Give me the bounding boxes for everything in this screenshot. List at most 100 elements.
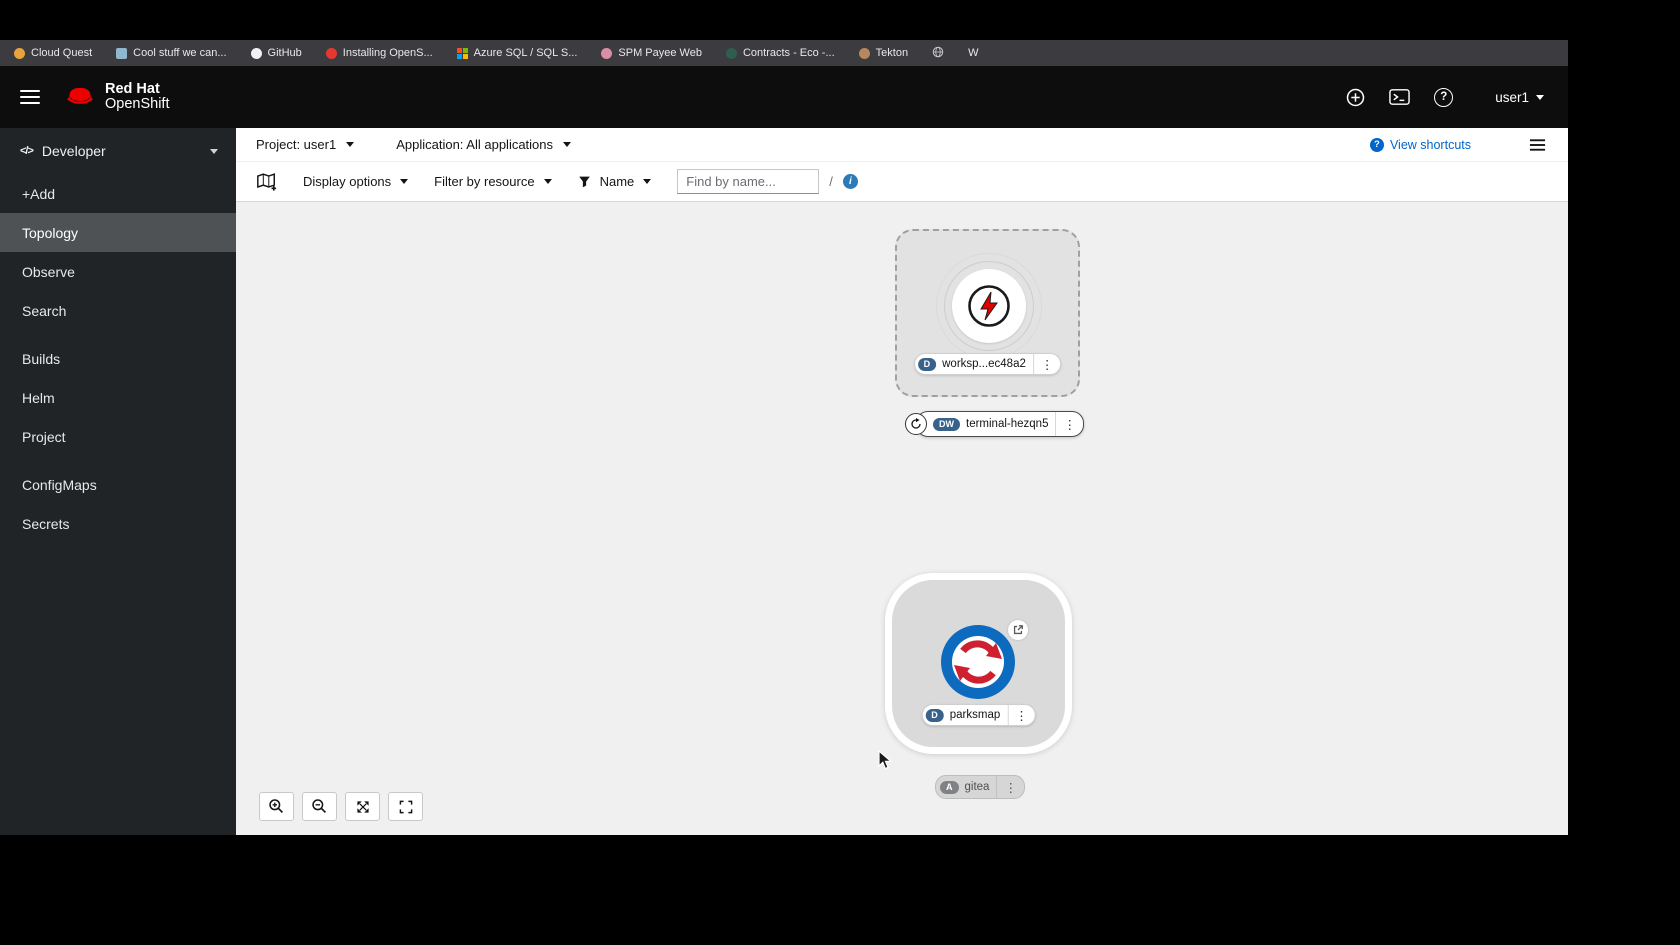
workspace-node-label[interactable]: D worksp...ec48a2 ⋮ xyxy=(913,353,1062,375)
sidebar-item-helm[interactable]: Helm xyxy=(0,378,236,417)
application-badge: A xyxy=(940,780,959,794)
external-link-icon xyxy=(1013,625,1023,635)
workload-name: terminal-hezqn5 xyxy=(966,418,1049,430)
sidebar-item-topology[interactable]: Topology xyxy=(0,213,236,252)
web-terminal-icon[interactable] xyxy=(1389,88,1410,106)
expand-arrows-icon xyxy=(356,800,369,813)
bookmark-label: Azure SQL / SQL S... xyxy=(473,47,578,59)
yellow-dot-icon xyxy=(14,47,25,59)
filter-funnel-icon xyxy=(578,176,590,188)
bookmarks-bar: Cloud Quest Cool stuff we can... GitHub … xyxy=(0,40,1568,66)
zoom-in-button[interactable] xyxy=(259,792,294,821)
bookmark-label: SPM Payee Web xyxy=(618,47,702,59)
bookmark-spm-payee[interactable]: SPM Payee Web xyxy=(601,47,702,59)
chevron-down-icon xyxy=(563,142,572,147)
bookmark-cloud-quest[interactable]: Cloud Quest xyxy=(14,47,92,59)
deployment-badge: D xyxy=(925,708,944,722)
export-application-map-icon[interactable] xyxy=(256,172,277,191)
bookmark-azure-sql[interactable]: Azure SQL / SQL S... xyxy=(456,47,578,59)
bookmark-tekton[interactable]: Tekton xyxy=(858,47,908,59)
openshift-icon xyxy=(325,47,337,59)
bookmark-w[interactable]: W xyxy=(968,47,978,59)
parksmap-deployment-node[interactable]: D parksmap ⋮ xyxy=(885,573,1072,754)
workload-name: parksmap xyxy=(949,709,1001,721)
bookmark-globe[interactable] xyxy=(932,46,944,61)
bookmark-installing-openshift[interactable]: Installing OpenS... xyxy=(325,47,433,59)
bookmark-label: GitHub xyxy=(267,47,302,59)
workspace-deployment-node[interactable]: D worksp...ec48a2 ⋮ xyxy=(895,229,1080,397)
slash-shortcut-hint: / xyxy=(829,174,833,189)
list-view-toggle-icon[interactable] xyxy=(1529,138,1546,152)
bookmark-label: Cloud Quest xyxy=(31,47,93,59)
bookmark-contracts[interactable]: Contracts - Eco -... xyxy=(725,47,835,59)
user-menu[interactable]: user1 xyxy=(1495,90,1544,105)
window-icon xyxy=(116,47,128,59)
add-plus-circle-icon[interactable] xyxy=(1346,88,1365,107)
desktop-background: Cloud Quest Cool stuff we can... GitHub … xyxy=(0,0,1680,945)
gitea-application-label[interactable]: A gitea ⋮ xyxy=(935,775,1025,799)
application-selector-label: Application: All applications xyxy=(396,137,554,152)
nav-toggle-hamburger-icon[interactable] xyxy=(20,89,40,105)
sync-arrow-decorator-icon[interactable] xyxy=(905,413,927,435)
green-dot-icon xyxy=(725,47,737,59)
perspective-switcher[interactable]: </> Developer xyxy=(0,128,236,174)
github-icon xyxy=(250,47,262,59)
workload-name: gitea xyxy=(964,781,990,793)
kebab-menu-icon[interactable]: ⋮ xyxy=(1007,705,1035,725)
pink-dot-icon xyxy=(601,47,613,59)
display-options-label: Display options xyxy=(303,174,392,189)
username: user1 xyxy=(1495,89,1529,105)
filter-by-resource-label: Filter by resource xyxy=(434,174,535,189)
brand-line-1: Red Hat xyxy=(105,81,160,97)
bookmark-cool-stuff[interactable]: Cool stuff we can... xyxy=(116,47,227,59)
question-circle-icon: ? xyxy=(1369,137,1384,152)
bookmark-label: W xyxy=(968,47,979,59)
sidebar-item-configmaps[interactable]: ConfigMaps xyxy=(0,465,236,504)
zoom-out-button[interactable] xyxy=(302,792,337,821)
sidebar-item-search[interactable]: Search xyxy=(0,291,236,330)
bookmark-label: Cool stuff we can... xyxy=(133,47,227,59)
sidebar-item-observe[interactable]: Observe xyxy=(0,252,236,291)
fullscreen-button[interactable] xyxy=(388,792,423,821)
perspective-label: Developer xyxy=(41,143,106,159)
name-filter-label: Name xyxy=(599,174,635,189)
fit-to-screen-button[interactable] xyxy=(345,792,380,821)
browser-window: Cloud Quest Cool stuff we can... GitHub … xyxy=(0,40,1568,835)
kebab-menu-icon[interactable]: ⋮ xyxy=(1032,354,1061,374)
lightning-bolt-icon xyxy=(968,285,1010,327)
canvas-controls xyxy=(259,792,423,821)
redhat-openshift-logo: Red Hat OpenShift xyxy=(64,82,170,112)
external-link-decorator[interactable] xyxy=(1008,620,1028,640)
chevron-down-icon xyxy=(346,142,355,147)
view-shortcuts-link[interactable]: ? View shortcuts xyxy=(1369,137,1471,152)
info-icon[interactable]: i xyxy=(842,174,858,189)
sidebar-item-builds[interactable]: Builds xyxy=(0,339,236,378)
sidebar-item-secrets[interactable]: Secrets xyxy=(0,504,236,543)
display-options-dropdown[interactable]: Display options xyxy=(303,174,409,189)
filter-by-resource-dropdown[interactable]: Filter by resource xyxy=(434,174,552,189)
find-by-name-input[interactable] xyxy=(677,169,820,194)
name-filter-dropdown[interactable]: Name xyxy=(578,174,652,189)
bookmark-github[interactable]: GitHub xyxy=(250,47,302,59)
parksmap-app-icon xyxy=(941,625,1015,699)
brand-line-2: OpenShift xyxy=(105,96,170,112)
parksmap-node-label[interactable]: D parksmap ⋮ xyxy=(921,704,1036,726)
workspace-node-circle[interactable] xyxy=(952,269,1026,343)
terminal-node-label[interactable]: DW terminal-hezqn5 ⋮ xyxy=(916,411,1084,437)
application-selector[interactable]: Application: All applications xyxy=(396,137,572,152)
bookmark-label: Contracts - Eco -... xyxy=(742,47,835,59)
fullscreen-corners-icon xyxy=(399,800,412,813)
project-selector[interactable]: Project: user1 xyxy=(256,137,355,152)
topology-canvas[interactable]: D worksp...ec48a2 ⋮ DW terminal-hezqn5 ⋮… xyxy=(236,201,1568,835)
bookmark-label: Installing OpenS... xyxy=(342,47,433,59)
code-icon: </> xyxy=(20,145,34,157)
help-glyph: ? xyxy=(1440,91,1448,103)
mouse-cursor xyxy=(878,749,893,776)
kebab-menu-icon[interactable]: ⋮ xyxy=(996,776,1024,798)
chevron-down-icon xyxy=(210,148,218,154)
sidebar-item-add[interactable]: +Add xyxy=(0,174,236,213)
sidebar-nav: </> Developer +Add Topology Observe Sear… xyxy=(0,128,236,835)
kebab-menu-icon[interactable]: ⋮ xyxy=(1055,412,1083,436)
help-icon[interactable]: ? xyxy=(1434,87,1454,107)
sidebar-item-project[interactable]: Project xyxy=(0,417,236,456)
